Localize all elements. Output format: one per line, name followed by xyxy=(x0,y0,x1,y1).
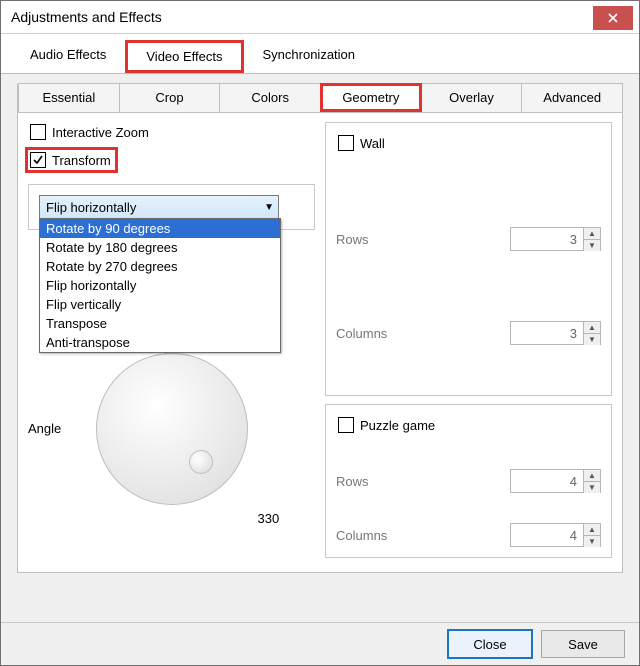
wall-columns-spinner[interactable]: 3 ▲▼ xyxy=(510,321,601,345)
tab-label: Video Effects xyxy=(146,49,222,64)
tab-video-effects[interactable]: Video Effects xyxy=(125,40,243,73)
tab-label: Colors xyxy=(251,90,289,105)
close-icon[interactable] xyxy=(593,6,633,30)
tabs-main: Audio Effects Video Effects Synchronizat… xyxy=(1,34,639,74)
dial-tick-label: 330 xyxy=(258,511,280,526)
chevron-down-icon[interactable]: ▼ xyxy=(584,240,600,251)
wall-checkbox[interactable]: Wall xyxy=(336,133,601,153)
left-column: Interactive Zoom Transform Flip horizont… xyxy=(28,122,315,558)
close-button[interactable]: Close xyxy=(447,629,533,659)
spinner-value: 4 xyxy=(511,474,583,489)
tab-audio-effects[interactable]: Audio Effects xyxy=(11,40,125,73)
chevron-down-icon[interactable]: ▼ xyxy=(584,536,600,547)
tab-label: Synchronization xyxy=(263,47,356,62)
spinner-arrows: ▲▼ xyxy=(583,524,600,547)
combo-display[interactable]: Flip horizontally ▼ xyxy=(39,195,279,219)
tab-colors[interactable]: Colors xyxy=(219,83,321,112)
window-title: Adjustments and Effects xyxy=(11,9,162,25)
spinner-value: 4 xyxy=(511,528,583,543)
tab-label: Overlay xyxy=(449,90,494,105)
wall-group: Wall Rows 3 ▲▼ Columns 3 ▲▼ xyxy=(325,122,612,396)
tab-crop[interactable]: Crop xyxy=(119,83,221,112)
spinner-value: 3 xyxy=(511,232,583,247)
transform-checkbox[interactable]: Transform xyxy=(28,150,115,170)
checkbox-label: Interactive Zoom xyxy=(52,125,149,140)
button-label: Save xyxy=(568,637,598,652)
wall-columns-field: Columns 3 ▲▼ xyxy=(336,321,601,345)
transform-combo[interactable]: Flip horizontally ▼ Rotate by 90 degrees… xyxy=(39,195,279,219)
combo-option[interactable]: Rotate by 270 degrees xyxy=(40,257,280,276)
checkbox-empty-icon xyxy=(338,417,354,433)
combo-selected-value: Flip horizontally xyxy=(46,200,136,215)
tab-label: Crop xyxy=(155,90,183,105)
tab-label: Geometry xyxy=(342,90,399,105)
tab-advanced[interactable]: Advanced xyxy=(521,83,623,112)
combo-option[interactable]: Transpose xyxy=(40,314,280,333)
checkbox-empty-icon xyxy=(30,124,46,140)
tab-synchronization[interactable]: Synchronization xyxy=(244,40,375,73)
interactive-zoom-checkbox[interactable]: Interactive Zoom xyxy=(28,122,315,142)
geometry-panel: Interactive Zoom Transform Flip horizont… xyxy=(18,114,622,572)
footer: Close Save xyxy=(1,622,639,665)
button-label: Close xyxy=(473,637,506,652)
angle-dial-group: Angle 30 330 xyxy=(28,328,315,528)
tabs-sub: Essential Crop Colors Geometry Overlay A… xyxy=(18,83,622,113)
checkbox-checked-icon xyxy=(30,152,46,168)
window: Adjustments and Effects Audio Effects Vi… xyxy=(0,0,640,666)
field-label: Rows xyxy=(336,474,369,489)
combo-option[interactable]: Flip horizontally xyxy=(40,276,280,295)
puzzle-rows-field: Rows 4 ▲▼ xyxy=(336,469,601,493)
checkbox-label: Wall xyxy=(360,136,385,151)
checkbox-label: Transform xyxy=(52,153,111,168)
video-effects-panel: Essential Crop Colors Geometry Overlay A… xyxy=(17,84,623,573)
puzzle-columns-spinner[interactable]: 4 ▲▼ xyxy=(510,523,601,547)
chevron-up-icon[interactable]: ▲ xyxy=(584,470,600,482)
chevron-down-icon: ▼ xyxy=(264,202,274,213)
combo-option[interactable]: Flip vertically xyxy=(40,295,280,314)
chevron-up-icon[interactable]: ▲ xyxy=(584,228,600,240)
spinner-arrows: ▲▼ xyxy=(583,322,600,345)
combo-dropdown-list: Rotate by 90 degrees Rotate by 180 degre… xyxy=(39,218,281,353)
titlebar: Adjustments and Effects xyxy=(1,1,639,34)
combo-option[interactable]: Anti-transpose xyxy=(40,333,280,352)
field-label: Columns xyxy=(336,528,387,543)
spinner-arrows: ▲▼ xyxy=(583,470,600,493)
puzzle-group: Puzzle game Rows 4 ▲▼ Columns 4 ▲▼ xyxy=(325,404,612,558)
angle-label: Angle xyxy=(28,421,61,436)
checkbox-label: Puzzle game xyxy=(360,418,435,433)
angle-dial[interactable]: 30 330 xyxy=(71,328,271,528)
chevron-up-icon[interactable]: ▲ xyxy=(584,322,600,334)
puzzle-columns-field: Columns 4 ▲▼ xyxy=(336,523,601,547)
chevron-down-icon[interactable]: ▼ xyxy=(584,482,600,493)
combo-option[interactable]: Rotate by 180 degrees xyxy=(40,238,280,257)
puzzle-rows-spinner[interactable]: 4 ▲▼ xyxy=(510,469,601,493)
spinner-arrows: ▲▼ xyxy=(583,228,600,251)
wall-rows-spinner[interactable]: 3 ▲▼ xyxy=(510,227,601,251)
tab-geometry[interactable]: Geometry xyxy=(320,83,422,112)
field-label: Columns xyxy=(336,326,387,341)
field-label: Rows xyxy=(336,232,369,247)
spinner-value: 3 xyxy=(511,326,583,341)
tab-label: Audio Effects xyxy=(30,47,106,62)
dial-face-icon xyxy=(96,353,248,505)
combo-option[interactable]: Rotate by 90 degrees xyxy=(40,219,280,238)
tab-label: Advanced xyxy=(543,90,601,105)
tab-overlay[interactable]: Overlay xyxy=(421,83,523,112)
puzzle-checkbox[interactable]: Puzzle game xyxy=(336,415,601,435)
save-button[interactable]: Save xyxy=(541,630,625,658)
chevron-up-icon[interactable]: ▲ xyxy=(584,524,600,536)
right-column: Wall Rows 3 ▲▼ Columns 3 ▲▼ xyxy=(325,122,612,558)
chevron-down-icon[interactable]: ▼ xyxy=(584,334,600,345)
tab-label: Essential xyxy=(42,90,95,105)
checkbox-empty-icon xyxy=(338,135,354,151)
transform-group: Flip horizontally ▼ Rotate by 90 degrees… xyxy=(28,184,315,230)
wall-rows-field: Rows 3 ▲▼ xyxy=(336,227,601,251)
tab-essential[interactable]: Essential xyxy=(18,83,120,112)
